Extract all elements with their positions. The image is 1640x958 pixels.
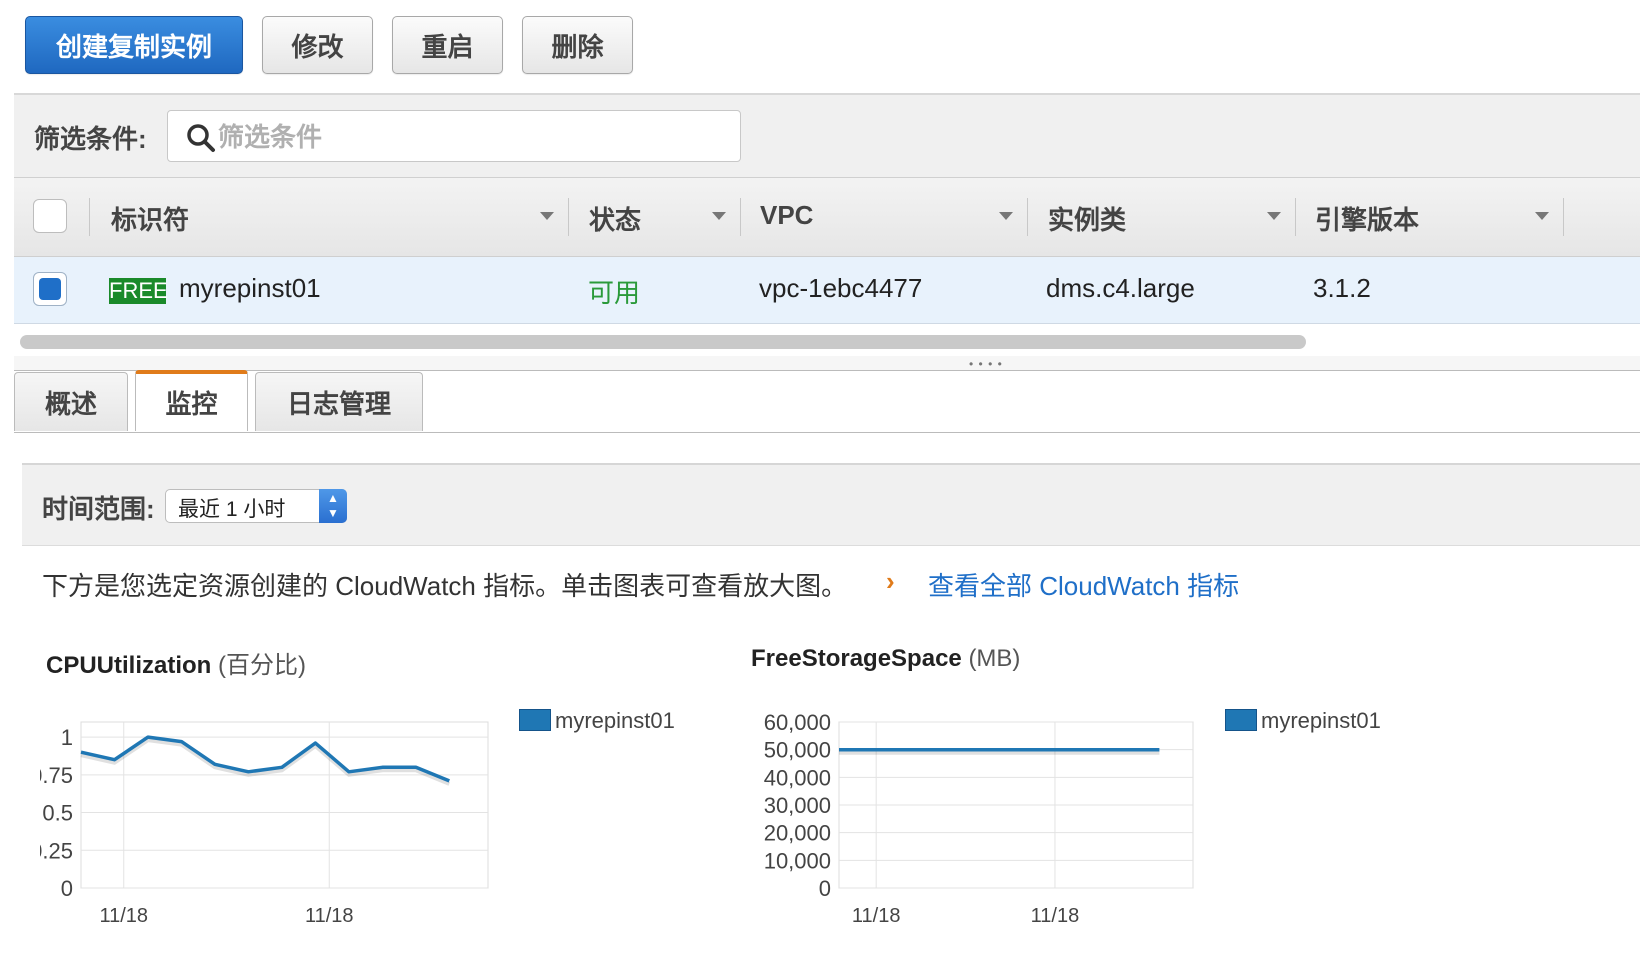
sort-caret-icon[interactable]: [712, 212, 726, 220]
tab-monitoring[interactable]: 监控: [135, 370, 248, 431]
y-tick-label: 10,000: [764, 848, 831, 873]
free-badge: FREE: [109, 278, 168, 304]
chart-legend-cpu: myrepinst01: [519, 708, 675, 734]
filter-bar: 筛选条件:: [14, 93, 1640, 177]
search-icon: [187, 124, 215, 152]
filter-field[interactable]: [167, 110, 741, 162]
table-header: 标识符 状态 VPC 实例类 引擎版本: [14, 177, 1640, 257]
cell-vpc: vpc-1ebc4477: [759, 273, 923, 303]
time-range-bar: 时间范围: 最近 1 小时 ▲ ▼: [22, 463, 1640, 546]
y-tick-label: 0.75: [40, 763, 73, 788]
cell-status: 可用: [588, 278, 641, 308]
y-tick-label: 0.25: [40, 838, 73, 863]
x-tick-label: 11/18: [99, 905, 148, 927]
legend-swatch: [1225, 709, 1257, 731]
metrics-description: 下方是您选定资源创建的 CloudWatch 指标。单击图表可查看放大图。: [42, 571, 848, 601]
sort-caret-icon[interactable]: [1267, 212, 1281, 220]
tab-log-management[interactable]: 日志管理: [255, 372, 423, 431]
checkbox-checked-icon: [39, 278, 61, 300]
free-storage-space-chart[interactable]: 60,000 50,00040,000 30,000 20,00010,000 0 11/…: [745, 700, 1215, 958]
y-tick-label: 30,000: [764, 793, 831, 818]
y-tick-label: 1: [61, 725, 73, 750]
select-arrows-icon[interactable]: ▲ ▼: [319, 489, 347, 523]
time-range-label: 时间范围:: [42, 494, 155, 524]
y-tick-label: 0: [819, 876, 831, 901]
cell-instance-class: dms.c4.large: [1046, 273, 1195, 303]
cell-identifier[interactable]: myrepinst01: [179, 273, 321, 304]
delete-button[interactable]: 删除: [522, 16, 633, 74]
y-tick-label: 60,000: [764, 710, 831, 735]
create-replication-instance-button[interactable]: 创建复制实例: [25, 16, 243, 74]
restart-button[interactable]: 重启: [392, 16, 503, 74]
legend-swatch: [519, 709, 551, 731]
x-tick-label: 11/18: [305, 905, 354, 927]
row-checkbox[interactable]: [33, 272, 67, 306]
horizontal-scrollbar[interactable]: [14, 326, 1640, 357]
detail-tabs: 概述 监控 日志管理: [14, 370, 1640, 433]
x-tick-label: 11/18: [852, 905, 901, 927]
y-tick-label: 0.5: [42, 801, 73, 826]
chevron-right-icon: ›: [886, 566, 895, 596]
modify-button[interactable]: 修改: [262, 16, 373, 74]
cpu-utilization-chart[interactable]: 1 0.75 0.5 0.25 0 11/18 11/18: [40, 700, 510, 958]
column-header-instance-class[interactable]: 实例类: [1048, 200, 1126, 237]
chart-title-free-storage: FreeStorageSpace (MB): [751, 645, 1021, 672]
table-row[interactable]: FREE myrepinst01 可用 vpc-1ebc4477 dms.c4.…: [14, 257, 1640, 324]
tab-overview[interactable]: 概述: [14, 372, 128, 431]
column-header-identifier[interactable]: 标识符: [111, 200, 189, 237]
time-range-value: 最近 1 小时: [178, 498, 286, 521]
filter-label: 筛选条件:: [34, 124, 147, 154]
y-tick-label: 0: [61, 876, 73, 901]
scrollbar-thumb[interactable]: [20, 335, 1306, 349]
column-header-status[interactable]: 状态: [589, 200, 641, 237]
chart-legend-free-storage: myrepinst01: [1225, 708, 1381, 734]
plot-area: [80, 721, 489, 889]
y-tick-label: 50,000: [764, 738, 831, 763]
panel-splitter[interactable]: • • • •: [14, 356, 1640, 371]
time-range-select[interactable]: 最近 1 小时 ▲ ▼: [165, 489, 347, 523]
sort-caret-icon[interactable]: [540, 212, 554, 220]
view-all-cloudwatch-metrics-link[interactable]: 查看全部 CloudWatch 指标: [928, 566, 1239, 603]
sort-caret-icon[interactable]: [1535, 212, 1549, 220]
cell-engine-version: 3.1.2: [1313, 273, 1371, 303]
filter-input[interactable]: [216, 119, 720, 155]
select-all-checkbox[interactable]: [33, 199, 67, 233]
column-header-vpc[interactable]: VPC: [760, 200, 813, 231]
y-tick-label: 20,000: [764, 821, 831, 846]
column-header-engine-version[interactable]: 引擎版本: [1315, 200, 1419, 237]
x-tick-label: 11/18: [1031, 905, 1080, 927]
y-tick-label: 40,000: [764, 765, 831, 790]
chart-title-cpu: CPUUtilization (百分比): [46, 652, 306, 679]
drag-handle-icon[interactable]: • • • •: [969, 357, 1003, 371]
sort-caret-icon[interactable]: [999, 212, 1013, 220]
